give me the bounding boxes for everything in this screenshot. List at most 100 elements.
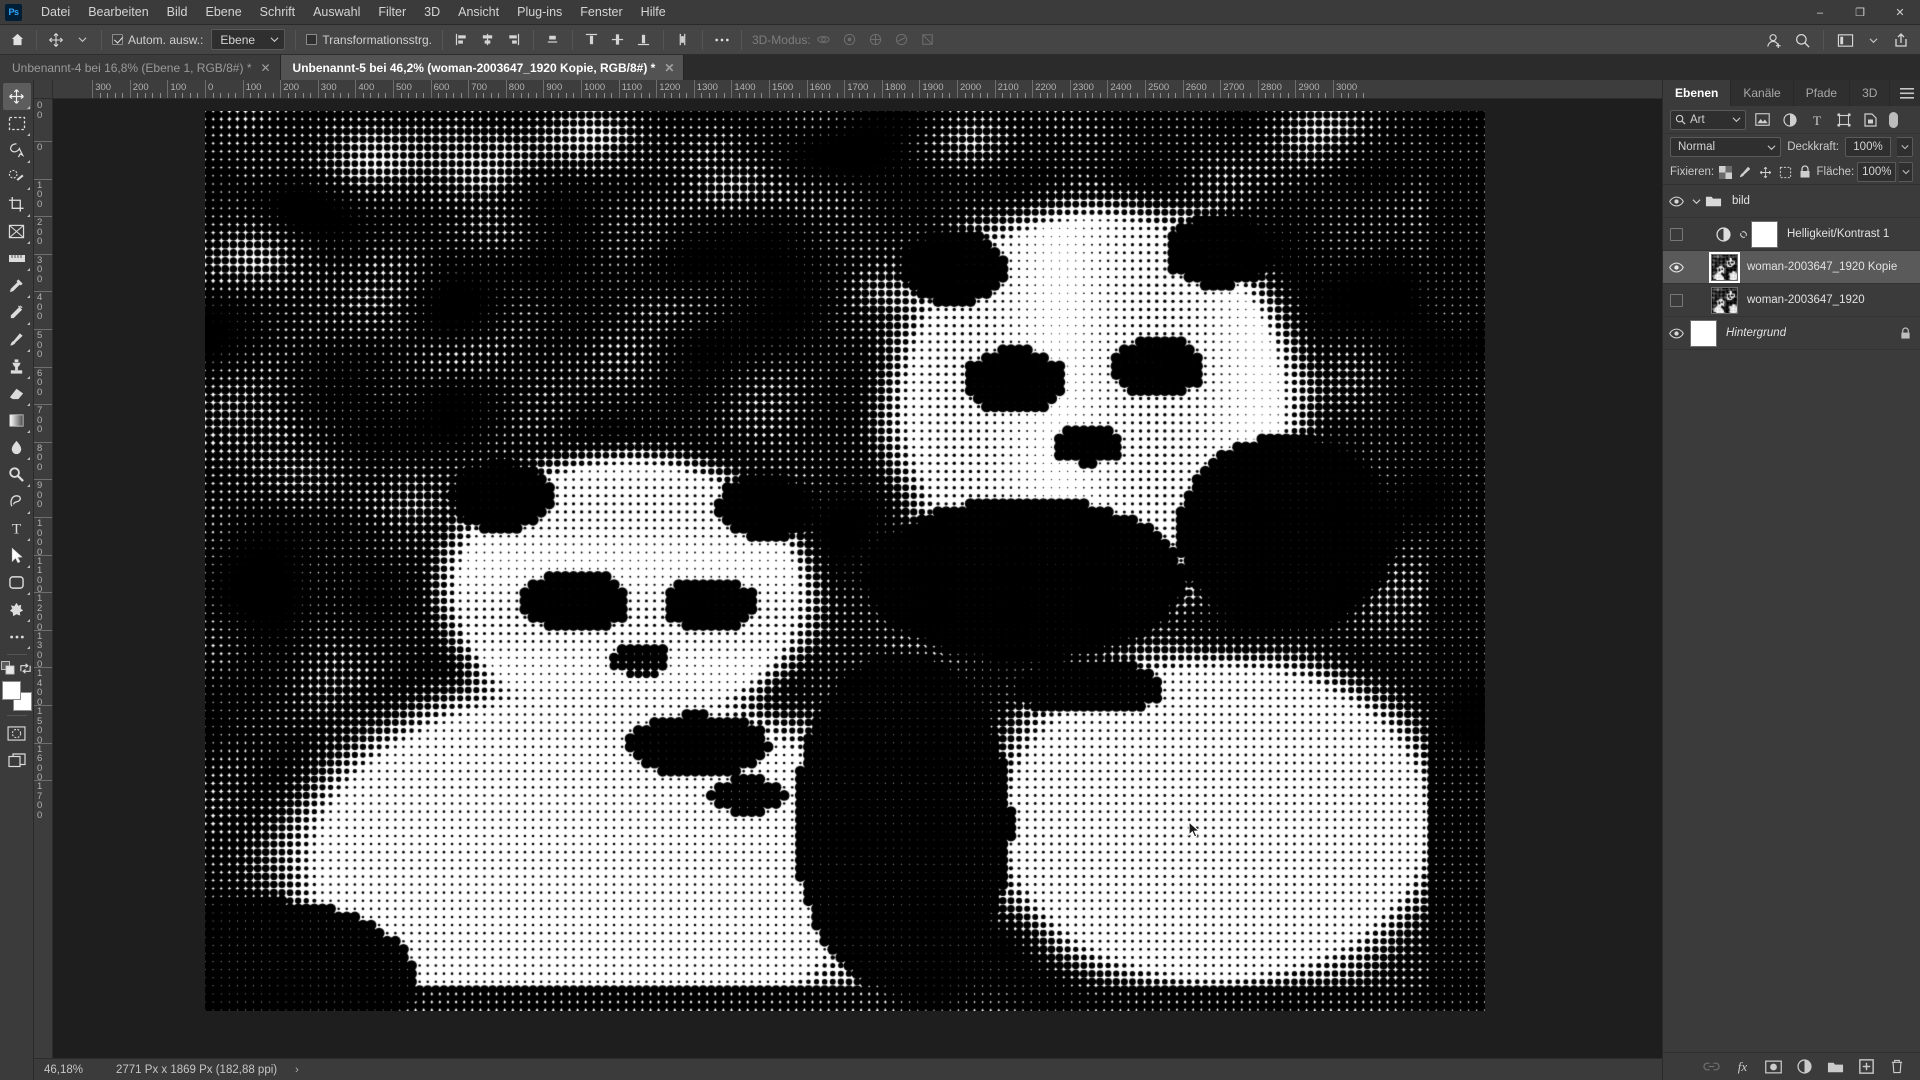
menu-item-bild[interactable]: Bild [158,2,197,22]
horizontal-ruler[interactable]: 300 200 100 0 100 200 300 400 500 600 700 800 900 100… [53,80,1662,99]
layer-name[interactable]: woman-2003647_1920 [1747,294,1865,306]
layer-row-helligkeit-kontrast-1[interactable]: Helligkeit/Kontrast 1 [1663,218,1920,251]
spot-healing-brush-tool[interactable] [3,299,31,326]
layer-name[interactable]: bild [1732,195,1750,207]
layer-row-woman-kopie[interactable]: woman-2003647_1920 Kopie [1663,251,1920,284]
eyedropper-tool[interactable] [3,272,31,299]
eraser-tool[interactable] [3,380,31,407]
filter-kind-dropdown[interactable]: Art [1670,109,1746,130]
pen-tool[interactable] [3,488,31,515]
layer-thumbnail[interactable] [1711,253,1738,281]
transform-controls-checkbox[interactable]: Transformationsstrg. [302,33,436,47]
frame-tool[interactable] [3,218,31,245]
close-button[interactable]: ✕ [1880,0,1920,25]
gradient-tool[interactable] [3,407,31,434]
layer-visibility-toggle[interactable] [1663,185,1689,218]
quick-selection-tool[interactable] [3,164,31,191]
menu-item-ansicht[interactable]: Ansicht [449,2,508,22]
home-icon[interactable] [4,29,30,51]
dodge-tool[interactable] [3,461,31,488]
layer-row-bild[interactable]: bild [1663,185,1920,218]
lock-image-icon[interactable] [1737,163,1754,182]
minimize-button[interactable]: – [1800,0,1840,25]
menu-item-ebene[interactable]: Ebene [197,2,251,22]
type-tool[interactable]: T [3,515,31,542]
filter-adjustment-icon[interactable] [1779,110,1800,130]
layer-name[interactable]: Helligkeit/Kontrast 1 [1787,228,1889,240]
layer-style-fx-icon[interactable]: fx [1733,1057,1751,1077]
lock-artboard-icon[interactable] [1777,163,1794,182]
filter-shape-icon[interactable] [1833,110,1854,130]
tab-kanaele[interactable]: Kanäle [1731,80,1794,106]
eye-off-icon[interactable] [1669,227,1683,241]
close-icon[interactable]: ✕ [260,62,270,74]
close-icon[interactable]: ✕ [664,62,674,74]
rectangular-marquee-tool[interactable] [3,110,31,137]
swap-colors-icon[interactable] [18,659,34,677]
crop-tool[interactable] [3,191,31,218]
blur-tool[interactable] [3,434,31,461]
delete-layer-icon[interactable] [1888,1057,1906,1077]
distribute-bottom-icon[interactable] [631,29,657,51]
menu-item-plugins[interactable]: Plug-ins [508,2,571,22]
new-adjustment-layer-icon[interactable] [1795,1057,1813,1077]
transform-controls-checkbox-box[interactable] [306,34,318,45]
new-layer-icon[interactable] [1857,1057,1875,1077]
chevron-down-icon[interactable] [1860,29,1886,51]
distribute-vertical-centers-icon[interactable] [605,29,631,51]
color-swatches[interactable] [1,681,32,711]
move-tool[interactable] [2,83,31,110]
move-tool-icon[interactable] [43,29,69,51]
menu-item-filter[interactable]: Filter [369,2,415,22]
fill-value[interactable]: 100% [1857,162,1897,182]
filter-type-icon[interactable]: T [1806,110,1827,130]
tab-pfade[interactable]: Pfade [1793,80,1851,106]
lock-transparency-icon[interactable] [1717,163,1734,182]
more-options-button[interactable] [709,29,735,51]
menu-item-3d[interactable]: 3D [415,2,449,22]
layer-row-hintergrund[interactable]: Hintergrund [1663,317,1920,350]
lock-position-icon[interactable] [1757,163,1774,182]
rectangle-shape-tool[interactable] [3,569,31,596]
menu-item-datei[interactable]: Datei [32,2,79,22]
brush-tool[interactable] [3,326,31,353]
menu-item-fenster[interactable]: Fenster [571,2,631,22]
auto-select-checkbox-box[interactable] [112,34,123,45]
document-image[interactable] [205,111,1485,1011]
layer-thumbnail[interactable] [1690,319,1717,347]
auto-select-target-dropdown[interactable]: Ebene [211,29,286,50]
layer-thumbnail[interactable] [1711,286,1738,314]
document-tab-unbenannt-4[interactable]: Unbenannt-4 bei 16,8% (Ebene 1, RGB/8#) … [0,55,281,80]
opacity-value[interactable]: 100% [1845,137,1891,157]
menu-item-auswahl[interactable]: Auswahl [304,2,369,22]
distribute-top-icon[interactable] [579,29,605,51]
foreground-color-swatch[interactable] [1,681,21,700]
align-top-edges-icon[interactable] [540,29,566,51]
tab-ebenen[interactable]: Ebenen [1663,80,1732,106]
search-icon[interactable] [1789,29,1815,51]
clone-stamp-tool[interactable] [3,353,31,380]
ruler-corner[interactable] [34,80,53,99]
layer-mask-thumbnail[interactable] [1751,220,1778,248]
layer-row-woman[interactable]: woman-2003647_1920 [1663,284,1920,317]
maximize-button[interactable]: ❐ [1840,0,1880,25]
status-expand-arrow[interactable]: › [295,1064,299,1076]
tool-preset-chevron-icon[interactable] [69,29,95,51]
filter-pixel-icon[interactable] [1752,110,1773,130]
zoom-level[interactable]: 46,18% [44,1064,116,1076]
lock-all-icon[interactable] [1797,163,1814,182]
align-horizontal-centers-icon[interactable] [475,29,501,51]
lasso-tool[interactable] [3,137,31,164]
panel-menu-icon[interactable] [1900,80,1914,106]
tab-3d[interactable]: 3D [1850,80,1891,106]
menu-item-hilfe[interactable]: Hilfe [632,2,675,22]
more-tools-button[interactable] [3,623,31,650]
document-viewport[interactable] [53,99,1662,1058]
layer-visibility-toggle[interactable] [1663,317,1689,350]
new-group-icon[interactable] [1826,1057,1844,1077]
opacity-stepper[interactable] [1897,137,1913,157]
align-right-edges-icon[interactable] [501,29,527,51]
document-tab-unbenannt-5[interactable]: Unbenannt-5 bei 46,2% (woman-2003647_192… [280,55,685,80]
align-left-edges-icon[interactable] [449,29,475,51]
distribute-spacing-icon[interactable] [670,29,696,51]
